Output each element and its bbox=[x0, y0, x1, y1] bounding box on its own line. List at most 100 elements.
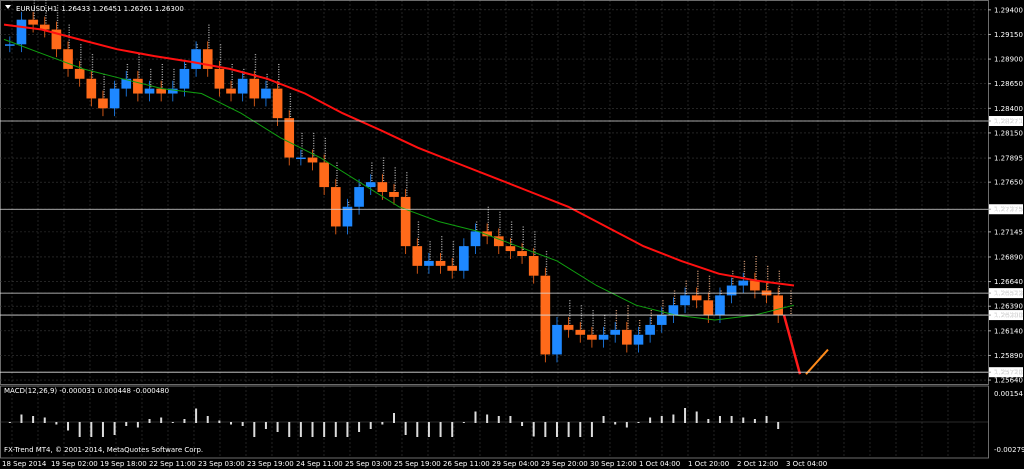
candle-body bbox=[470, 231, 481, 247]
macd-histogram-bar bbox=[602, 416, 605, 423]
candle-body bbox=[365, 182, 376, 188]
price-tick-label: 1.28650 bbox=[994, 80, 1023, 88]
candle-body bbox=[552, 324, 562, 355]
macd-histogram-bar bbox=[230, 422, 233, 425]
price-tick-label: 1.27145 bbox=[994, 228, 1023, 236]
candle-body bbox=[656, 315, 667, 325]
macd-histogram-bar bbox=[381, 422, 384, 425]
time-label: 3 Oct 04:00 bbox=[786, 460, 827, 468]
time-label: 22 Sep 11:00 bbox=[149, 460, 196, 468]
macd-histogram-bar bbox=[451, 422, 454, 437]
macd-histogram-bar bbox=[567, 422, 570, 437]
time-label: 29 Sep 20:00 bbox=[541, 460, 588, 468]
time-label: 30 Sep 12:00 bbox=[590, 460, 637, 468]
macd-histogram-bar bbox=[299, 422, 302, 437]
macd-histogram-bar bbox=[346, 422, 349, 437]
macd-histogram-bar bbox=[55, 422, 58, 425]
macd-histogram-bar bbox=[136, 422, 139, 428]
macd-histogram-bar bbox=[78, 422, 81, 437]
macd-histogram-bar bbox=[486, 414, 489, 423]
macd-histogram-bar bbox=[649, 417, 652, 423]
macd-histogram-bar bbox=[113, 422, 116, 435]
macd-histogram-bar bbox=[67, 422, 70, 431]
macd-histogram-bar bbox=[253, 422, 256, 437]
macd-histogram-bar bbox=[276, 422, 279, 432]
macd-tick-label: 0.00154 bbox=[994, 390, 1023, 398]
symbol-header: EURUSD,H1 1.26433 1.26451 1.26261 1.26300 bbox=[16, 5, 184, 13]
macd-histogram-bar bbox=[288, 422, 291, 437]
candle-body bbox=[272, 88, 283, 119]
time-label: 23 Sep 19:00 bbox=[247, 460, 294, 468]
candle-body bbox=[284, 118, 295, 158]
macd-histogram-bar bbox=[125, 422, 128, 426]
time-label: 1 Oct 04:00 bbox=[639, 460, 680, 468]
macd-histogram-bar bbox=[544, 422, 547, 437]
macd-histogram-bar bbox=[695, 411, 698, 423]
macd-histogram-bar bbox=[555, 422, 558, 437]
candle-body bbox=[16, 19, 27, 45]
time-label: 18 Sep 2014 bbox=[2, 460, 47, 468]
macd-histogram-bar bbox=[334, 422, 337, 437]
candle-body bbox=[144, 88, 155, 94]
time-label: 2 Oct 12:00 bbox=[737, 460, 778, 468]
macd-histogram-bar bbox=[765, 416, 768, 423]
macd-histogram-bar bbox=[742, 417, 745, 423]
time-label: 29 Sep 04:00 bbox=[492, 460, 539, 468]
candle-body bbox=[377, 182, 388, 192]
macd-histogram-bar bbox=[614, 422, 617, 425]
macd-histogram-bar bbox=[264, 422, 267, 429]
candle-body bbox=[528, 256, 539, 276]
candle-body bbox=[249, 78, 260, 99]
macd-histogram-bar bbox=[684, 408, 687, 423]
price-tick-label: 1.28900 bbox=[994, 56, 1023, 64]
candle-body bbox=[773, 295, 783, 316]
candle-body bbox=[342, 206, 353, 227]
macd-histogram-bar bbox=[241, 422, 244, 426]
time-label: 1 Oct 20:00 bbox=[688, 460, 729, 468]
macd-histogram-bar bbox=[474, 411, 477, 423]
macd-histogram-bar bbox=[369, 422, 372, 429]
macd-histogram-bar bbox=[160, 417, 163, 423]
candle-body bbox=[738, 280, 749, 286]
candle-body bbox=[354, 187, 364, 207]
price-tick-label: 1.29400 bbox=[994, 6, 1023, 14]
candle-body bbox=[226, 88, 236, 94]
candle-body bbox=[633, 334, 644, 345]
macd-histogram-bar bbox=[521, 422, 524, 426]
time-label: 26 Sep 11:00 bbox=[443, 460, 490, 468]
macd-histogram-bar bbox=[462, 422, 465, 423]
candle-body bbox=[424, 260, 434, 266]
macd-histogram-bar bbox=[672, 414, 675, 423]
time-label: 23 Sep 03:00 bbox=[198, 460, 245, 468]
macd-histogram-bar bbox=[195, 408, 198, 423]
candle-body bbox=[563, 324, 574, 330]
macd-histogram-bar bbox=[579, 422, 582, 437]
candle-body bbox=[319, 162, 329, 188]
candle-body bbox=[179, 68, 190, 89]
candle-body bbox=[703, 300, 714, 316]
macd-histogram-bar bbox=[777, 422, 780, 429]
macd-histogram-bar bbox=[43, 417, 46, 423]
macd-histogram-bar bbox=[660, 416, 663, 423]
candle-body bbox=[389, 192, 399, 197]
macd-histogram-bar bbox=[8, 422, 11, 423]
macd-histogram-bar bbox=[509, 416, 512, 423]
price-tick-label: 1.26300 bbox=[994, 312, 1023, 320]
macd-histogram-bar bbox=[393, 413, 395, 423]
candle-body bbox=[459, 246, 469, 271]
macd-histogram-bar bbox=[20, 414, 23, 423]
price-chart[interactable]: 1.28271 1.27375 1.26523 1.26300 1.25720 1.29… bbox=[0, 0, 1024, 469]
candle-body bbox=[296, 157, 306, 160]
price-tick-label: 1.28400 bbox=[994, 105, 1023, 113]
time-label: 19 Sep 02:00 bbox=[51, 460, 98, 468]
macd-histogram-bar bbox=[183, 419, 186, 423]
candle-body bbox=[98, 98, 108, 109]
candle-body bbox=[412, 246, 423, 266]
candle-body bbox=[435, 260, 446, 266]
macd-histogram-bar bbox=[404, 422, 407, 435]
symbol-text: EURUSD,H1 bbox=[16, 5, 57, 13]
candle-body bbox=[505, 246, 516, 252]
candle-body bbox=[726, 285, 737, 296]
candle-body bbox=[86, 78, 97, 99]
candle-body bbox=[109, 88, 120, 109]
